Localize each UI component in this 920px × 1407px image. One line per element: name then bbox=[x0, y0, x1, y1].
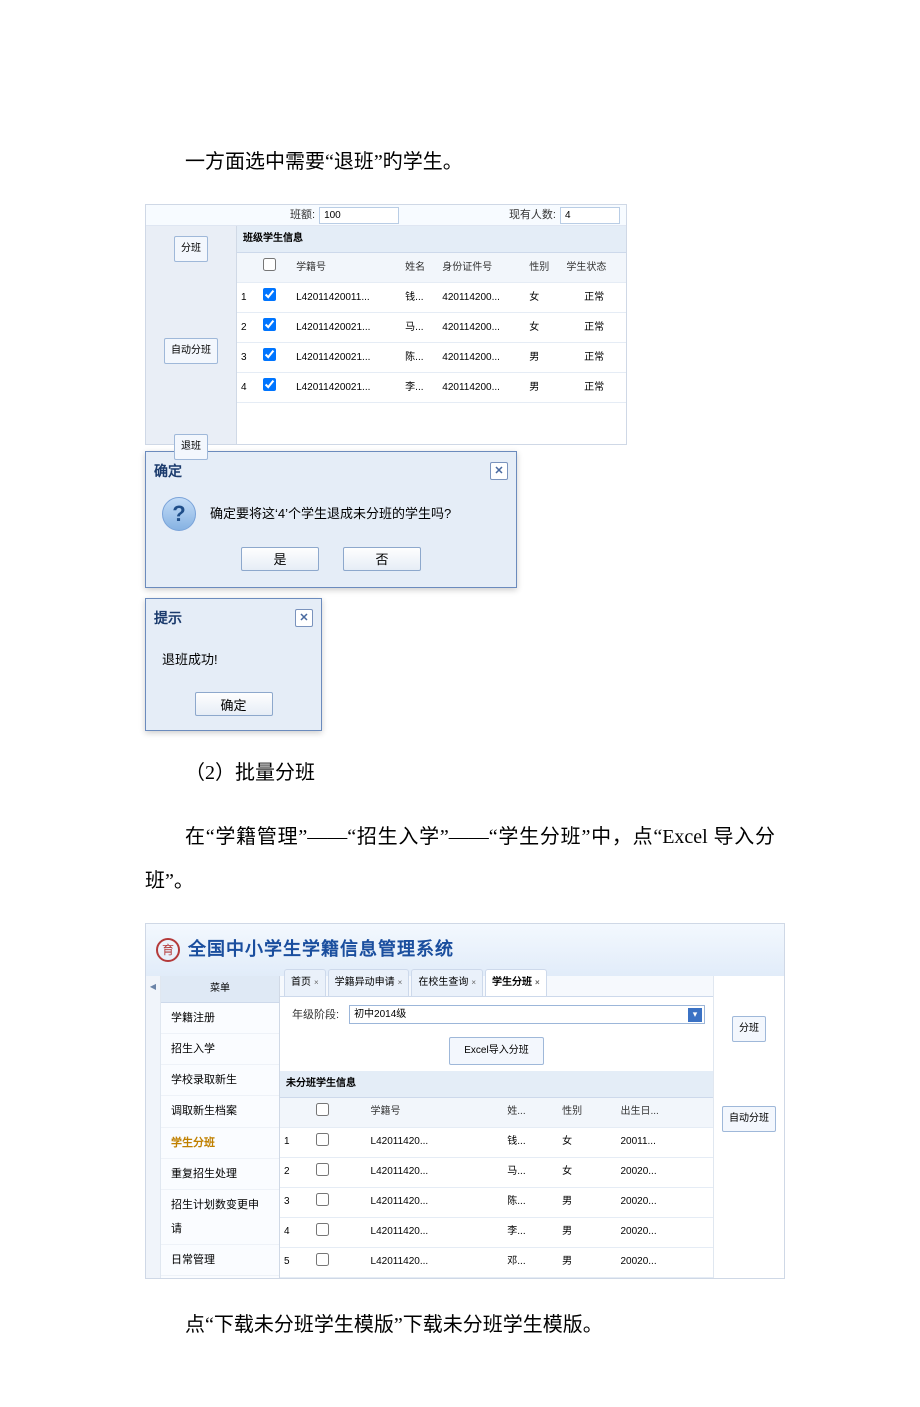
tab[interactable]: 学生分班× bbox=[485, 969, 547, 996]
label-count: 现有人数: bbox=[505, 203, 560, 227]
nav-item[interactable]: 招生计划数变更申请 bbox=[161, 1190, 279, 1245]
column-header: 姓名 bbox=[401, 253, 438, 283]
select-all-checkbox[interactable] bbox=[316, 1103, 329, 1116]
tab-close-icon[interactable]: × bbox=[314, 974, 319, 992]
column-header: 学籍号 bbox=[292, 253, 401, 283]
class-students-table: 学籍号姓名身份证件号性别学生状态 1L42011420011...钱...420… bbox=[237, 253, 626, 403]
nav-item[interactable]: 日常管理 bbox=[161, 1245, 279, 1276]
input-bane[interactable] bbox=[319, 207, 399, 224]
row-checkbox[interactable] bbox=[263, 288, 276, 301]
section-class-students: 班级学生信息 bbox=[237, 226, 626, 253]
unassigned-students-table: 学籍号姓...性别出生日... 1L42011420...钱...女20011.… bbox=[280, 1098, 713, 1278]
row-checkbox[interactable] bbox=[316, 1253, 329, 1266]
table-row[interactable]: 3L42011420...陈...男20020... bbox=[280, 1187, 713, 1217]
assign-class-button[interactable]: 分班 bbox=[174, 236, 208, 262]
close-icon[interactable]: ✕ bbox=[295, 609, 313, 627]
excel-import-button[interactable]: Excel导入分班 bbox=[449, 1037, 543, 1065]
chevron-down-icon: ▾ bbox=[688, 1008, 702, 1022]
column-header bbox=[308, 1098, 366, 1128]
column-header: 学生状态 bbox=[562, 253, 626, 283]
column-header: 姓... bbox=[503, 1098, 558, 1128]
auto-assign-button[interactable]: 自动分班 bbox=[722, 1106, 776, 1132]
row-checkbox[interactable] bbox=[316, 1193, 329, 1206]
tip-dialog: 提示 ✕ 退班成功! 确定 bbox=[145, 598, 322, 731]
dialog-message: 退班成功! bbox=[146, 638, 321, 683]
column-header: 性别 bbox=[525, 253, 562, 283]
column-header: 性别 bbox=[558, 1098, 616, 1128]
paragraph-2b: 在“学籍管理”——“招生入学”——“学生分班”中，点“Excel 导入分班”。 bbox=[145, 815, 775, 903]
table-row[interactable]: 4L42011420...李...男20020... bbox=[280, 1217, 713, 1247]
paragraph-1: 一方面选中需要“退班”旳学生。 bbox=[145, 140, 775, 184]
column-header: 出生日... bbox=[616, 1098, 713, 1128]
row-checkbox[interactable] bbox=[316, 1223, 329, 1236]
assign-class-button[interactable]: 分班 bbox=[732, 1016, 766, 1042]
table-row[interactable]: 4L42011420021...李...420114200...男正常 bbox=[237, 373, 626, 403]
section-unassigned: 未分班学生信息 bbox=[280, 1071, 713, 1098]
close-icon[interactable]: ✕ bbox=[490, 462, 508, 480]
row-checkbox[interactable] bbox=[263, 318, 276, 331]
tab[interactable]: 首页× bbox=[284, 969, 326, 996]
auto-assign-button[interactable]: 自动分班 bbox=[164, 338, 218, 364]
row-checkbox[interactable] bbox=[263, 348, 276, 361]
dialog-title: 确定 bbox=[154, 456, 182, 487]
dialog-message: 确定要将这‘4’个学生退成未分班的学生吗? bbox=[210, 500, 451, 529]
table-row[interactable]: 3L42011420021...陈...420114200...男正常 bbox=[237, 343, 626, 373]
table-row[interactable]: 2L42011420...马...女20020... bbox=[280, 1157, 713, 1187]
yes-button[interactable]: 是 bbox=[241, 547, 319, 571]
no-button[interactable]: 否 bbox=[343, 547, 421, 571]
column-header: 身份证件号 bbox=[438, 253, 525, 283]
student-system-panel: 育 全国中小学生学籍信息管理系统 ◀ 菜单 学籍注册招生入学学校录取新生调取新生… bbox=[145, 923, 785, 1279]
class-students-panel: 班额: 现有人数: 分班 自动分班 退班 班级学生信息 学籍号 bbox=[145, 204, 627, 445]
nav-item[interactable]: 重复招生处理 bbox=[161, 1159, 279, 1190]
dialog-title: 提示 bbox=[154, 603, 182, 634]
column-header: 学籍号 bbox=[367, 1098, 504, 1128]
nav-item[interactable]: 学生分班 bbox=[161, 1128, 279, 1159]
grade-select[interactable]: 初中2014级 ▾ bbox=[349, 1005, 705, 1024]
tab-close-icon[interactable]: × bbox=[398, 974, 403, 992]
tab-bar: 首页×学籍异动申请×在校生查询×学生分班× bbox=[280, 976, 713, 997]
nav-item[interactable]: 学籍注册 bbox=[161, 1003, 279, 1034]
column-header bbox=[280, 1098, 308, 1128]
grade-value: 初中2014级 bbox=[354, 1004, 406, 1026]
table-row[interactable]: 2L42011420021...马...420114200...女正常 bbox=[237, 313, 626, 343]
column-header bbox=[255, 253, 292, 283]
table-row[interactable]: 1L42011420...钱...女20011... bbox=[280, 1127, 713, 1157]
system-title: 全国中小学生学籍信息管理系统 bbox=[188, 930, 454, 970]
left-nav: 菜单 学籍注册招生入学学校录取新生调取新生档案学生分班重复招生处理招生计划数变更… bbox=[161, 976, 280, 1278]
row-checkbox[interactable] bbox=[316, 1163, 329, 1176]
label-bane: 班额: bbox=[286, 203, 319, 227]
table-row[interactable]: 1L42011420011...钱...420114200...女正常 bbox=[237, 283, 626, 313]
table-row[interactable]: 5L42011420...邓...男20020... bbox=[280, 1247, 713, 1277]
confirm-dialog: 确定 ✕ ? 确定要将这‘4’个学生退成未分班的学生吗? 是 否 bbox=[145, 451, 517, 588]
column-header bbox=[237, 253, 255, 283]
select-all-checkbox[interactable] bbox=[263, 258, 276, 271]
row-checkbox[interactable] bbox=[263, 378, 276, 391]
nav-item[interactable]: 招生入学 bbox=[161, 1034, 279, 1065]
nav-item[interactable]: 调取新生档案 bbox=[161, 1096, 279, 1127]
nav-item[interactable]: 学校录取新生 bbox=[161, 1065, 279, 1096]
tab[interactable]: 在校生查询× bbox=[411, 969, 483, 996]
tab-close-icon[interactable]: × bbox=[535, 974, 540, 992]
system-logo-icon: 育 bbox=[156, 938, 180, 962]
ok-button[interactable]: 确定 bbox=[195, 692, 273, 716]
input-count[interactable] bbox=[560, 207, 620, 224]
question-icon: ? bbox=[162, 497, 196, 531]
row-checkbox[interactable] bbox=[316, 1133, 329, 1146]
nav-header: 菜单 bbox=[161, 976, 279, 1003]
paragraph-3: 点“下载未分班学生模版”下载未分班学生模版。 bbox=[145, 1303, 775, 1347]
grade-label: 年级阶段: bbox=[288, 1003, 343, 1027]
tab[interactable]: 学籍异动申请× bbox=[328, 969, 410, 996]
tab-close-icon[interactable]: × bbox=[471, 974, 476, 992]
paragraph-2a: （2）批量分班 bbox=[145, 751, 775, 795]
collapse-handle[interactable]: ◀ bbox=[146, 976, 161, 1278]
